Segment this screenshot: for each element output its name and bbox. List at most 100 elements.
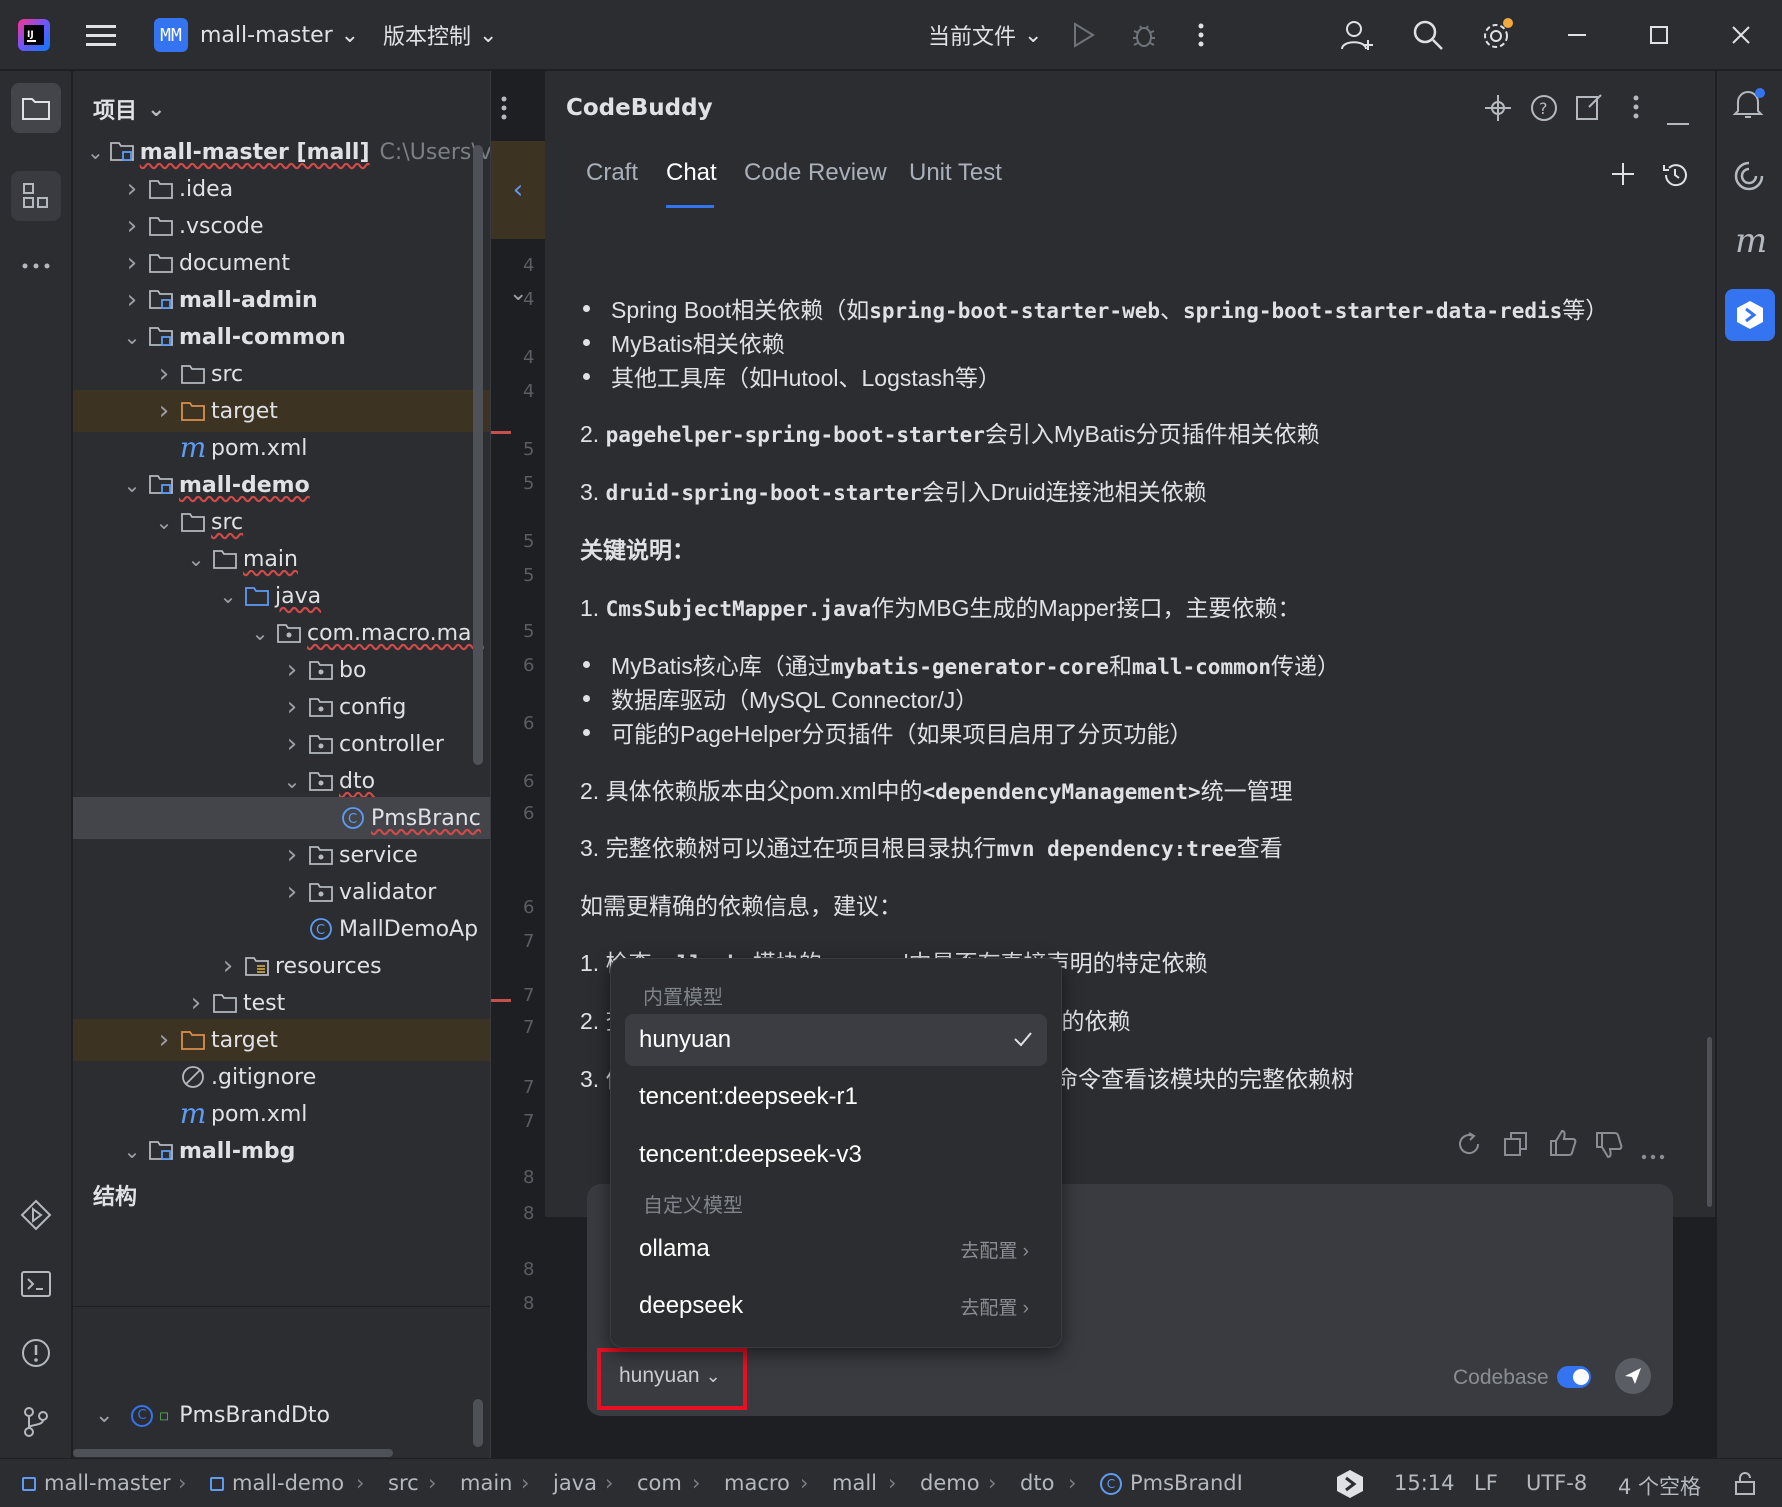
ai-assistant-icon[interactable]: [1732, 159, 1766, 199]
tree-item[interactable]: ⌄ mall-mbg: [73, 1130, 490, 1172]
chevron-down-icon[interactable]: ⌄: [281, 769, 303, 793]
tree-item[interactable]: › document: [73, 242, 490, 284]
chevron-down-icon[interactable]: ⌄: [185, 547, 207, 571]
chevron-right-icon[interactable]: ›: [217, 951, 239, 981]
vcs-menu[interactable]: 版本控制 ⌄: [383, 0, 497, 70]
structure-scrollbar[interactable]: [473, 1399, 483, 1447]
tab-code-review[interactable]: Code Review: [744, 159, 887, 187]
breadcrumb-item[interactable]: mall-demo: [210, 1471, 344, 1495]
debug-icon[interactable]: [1130, 0, 1158, 70]
chevron-down-icon[interactable]: ⌄: [87, 140, 104, 164]
more-tools-icon[interactable]: [11, 241, 61, 291]
chevron-right-icon[interactable]: ›: [121, 285, 143, 315]
breadcrumb-item[interactable]: mall: [832, 1471, 877, 1495]
send-button[interactable]: [1615, 1358, 1651, 1394]
project-switcher[interactable]: MM mall-master ⌄: [154, 0, 359, 70]
line-ending[interactable]: LF: [1474, 1471, 1498, 1495]
unlock-icon[interactable]: [1734, 1471, 1756, 1501]
tree-item[interactable]: C PmsBranc: [73, 797, 490, 839]
chat-scrollbar[interactable]: [1707, 1037, 1712, 1207]
regenerate-icon[interactable]: [1457, 1131, 1483, 1163]
maven-icon[interactable]: m: [1735, 221, 1767, 261]
tree-item[interactable]: C MallDemoAp: [73, 908, 490, 950]
collapse-panel-icon[interactable]: ‹: [491, 141, 545, 239]
breadcrumb-item[interactable]: C PmsBrandI: [1100, 1471, 1243, 1495]
history-icon[interactable]: [1661, 161, 1689, 195]
tree-item[interactable]: m pom.xml: [73, 427, 490, 469]
chevron-right-icon[interactable]: ›: [121, 174, 143, 204]
tree-item[interactable]: ⌄ mall-demo: [73, 464, 490, 506]
breadcrumb-item[interactable]: demo: [920, 1471, 980, 1495]
tree-item[interactable]: › target: [73, 390, 490, 432]
tree-item[interactable]: › service: [73, 834, 490, 876]
chevron-right-icon[interactable]: ›: [281, 729, 303, 759]
plugin-icon[interactable]: [1483, 93, 1513, 129]
structure-item[interactable]: ⌄ C ◽ PmsBrandDto: [95, 1403, 330, 1428]
add-user-icon[interactable]: [1340, 0, 1374, 70]
run-icon[interactable]: [1072, 0, 1096, 70]
maximize-window-icon[interactable]: [1650, 0, 1668, 70]
terminal-icon[interactable]: [11, 1259, 61, 1309]
cursor-position[interactable]: 15:14: [1394, 1471, 1455, 1495]
breadcrumb-item[interactable]: dto: [1020, 1471, 1054, 1495]
settings-gear-icon[interactable]: [1480, 0, 1514, 70]
model-option-ollama[interactable]: ollama 去配置 ›: [625, 1223, 1047, 1275]
tab-craft[interactable]: Craft: [586, 159, 638, 187]
help-icon[interactable]: ?: [1529, 93, 1559, 129]
copy-icon[interactable]: [1503, 1131, 1529, 1163]
tab-chat[interactable]: Chat: [666, 159, 717, 187]
configure-link[interactable]: 去配置 ›: [960, 1236, 1029, 1263]
chevron-down-icon[interactable]: ⌄: [153, 510, 175, 534]
tree-item[interactable]: › config: [73, 686, 490, 728]
tree-item[interactable]: ⌄ main: [73, 538, 490, 580]
tree-item[interactable]: › mall-admin: [73, 279, 490, 321]
tree-item[interactable]: › target: [73, 1019, 490, 1061]
tree-item[interactable]: ⌄ com.macro.mall: [73, 612, 490, 654]
notifications-bell-icon[interactable]: [1732, 87, 1766, 127]
chevron-right-icon[interactable]: ›: [281, 840, 303, 870]
more-actions-icon[interactable]: [1198, 0, 1204, 70]
new-chat-icon[interactable]: [1610, 161, 1636, 193]
tree-item[interactable]: ⌄ dto: [73, 760, 490, 802]
codebuddy-tool-icon[interactable]: [1725, 289, 1775, 341]
hide-panel-icon[interactable]: [1667, 106, 1689, 131]
minimize-window-icon[interactable]: [1568, 0, 1586, 70]
file-encoding[interactable]: UTF-8: [1526, 1471, 1587, 1495]
chevron-right-icon[interactable]: ›: [281, 655, 303, 685]
chevron-right-icon[interactable]: ›: [121, 211, 143, 241]
breadcrumb-item[interactable]: com: [637, 1471, 682, 1495]
breadcrumb-item[interactable]: src: [388, 1471, 419, 1495]
run-config-selector[interactable]: 当前文件 ⌄: [928, 0, 1042, 70]
project-panel-header[interactable]: 项目 ⌄: [93, 93, 165, 125]
chevron-right-icon[interactable]: ›: [153, 1025, 175, 1055]
chevron-right-icon[interactable]: ›: [153, 396, 175, 426]
tree-item[interactable]: › bo: [73, 649, 490, 691]
tree-item[interactable]: ⌄mall-master [mall]C:\Users\v_n: [73, 131, 490, 173]
services-run-icon[interactable]: [11, 1190, 61, 1240]
codebuddy-status-icon[interactable]: [1336, 1469, 1364, 1505]
close-window-icon[interactable]: [1731, 0, 1751, 70]
tree-item[interactable]: › validator: [73, 871, 490, 913]
tree-item[interactable]: › .idea: [73, 168, 490, 210]
tree-item[interactable]: ⌄ src: [73, 501, 490, 543]
model-option-hunyuan[interactable]: hunyuan: [625, 1014, 1047, 1066]
model-option-deepseek-v3[interactable]: tencent:deepseek-v3: [625, 1129, 1047, 1181]
indent-setting[interactable]: 4 个空格: [1618, 1471, 1701, 1501]
git-branch-icon[interactable]: [11, 1397, 61, 1447]
chevron-right-icon[interactable]: ›: [185, 988, 207, 1018]
edit-note-icon[interactable]: [1575, 93, 1603, 127]
model-selector[interactable]: hunyuan ⌄: [619, 1364, 721, 1388]
tree-item[interactable]: › controller: [73, 723, 490, 765]
chevron-right-icon[interactable]: ›: [281, 692, 303, 722]
more-options-icon[interactable]: [1633, 95, 1639, 125]
structure-hscrollbar[interactable]: [73, 1449, 393, 1457]
structure-tool-icon[interactable]: [11, 171, 61, 221]
breadcrumb-item[interactable]: mall-master: [22, 1471, 171, 1495]
problems-icon[interactable]: [11, 1328, 61, 1378]
breadcrumb-item[interactable]: macro: [724, 1471, 790, 1495]
tree-item[interactable]: .gitignore: [73, 1056, 490, 1098]
tree-item[interactable]: › test: [73, 982, 490, 1024]
chevron-down-icon[interactable]: ⌄: [121, 1139, 143, 1163]
search-icon[interactable]: [1412, 0, 1444, 70]
codebase-toggle[interactable]: [1557, 1366, 1591, 1388]
